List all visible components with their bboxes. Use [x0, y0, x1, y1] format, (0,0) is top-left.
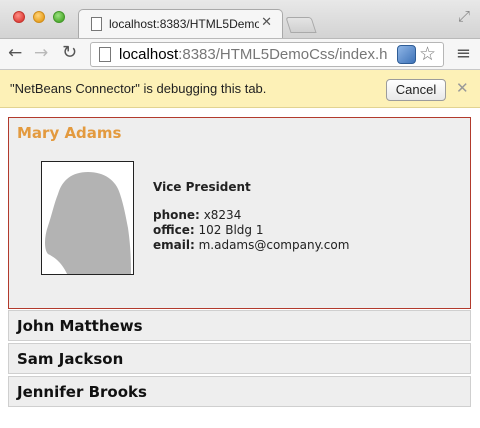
window-minimize-button[interactable] — [33, 11, 45, 23]
address-bar[interactable]: localhost:8383/HTML5DemoCss/index.h... ☆ — [90, 42, 444, 67]
reload-icon[interactable]: ↻ — [62, 43, 77, 63]
page-icon — [99, 47, 111, 62]
url-host: localhost — [119, 46, 179, 63]
email-label: email: — [153, 238, 195, 252]
phone-label: phone: — [153, 208, 200, 222]
browser-toolbar: ← → ↻ localhost:8383/HTML5DemoCss/index.… — [0, 38, 480, 70]
infobar-close-icon[interactable]: ✕ — [456, 79, 469, 97]
silhouette-graphic — [45, 172, 131, 274]
contact-name[interactable]: Mary Adams — [17, 124, 121, 142]
url-path: :8383/HTML5DemoCss/index.h... — [178, 46, 387, 63]
forward-arrow-icon[interactable]: → — [34, 43, 48, 63]
phone-value: x8234 — [203, 208, 242, 222]
bookmark-star-icon[interactable]: ☆ — [419, 43, 436, 65]
phone-line: phone: x8234 — [153, 208, 349, 223]
office-label: office: — [153, 223, 195, 237]
document-icon — [91, 17, 102, 31]
browser-titlebar: localhost:8383/HTML5DemoCss ✕ ⤢ — [0, 0, 480, 38]
contact-card-collapsed[interactable]: Sam Jackson — [8, 343, 471, 374]
contact-name[interactable]: John Matthews — [17, 317, 143, 335]
profile-silhouette-icon — [41, 161, 134, 275]
contact-name[interactable]: Jennifer Brooks — [17, 383, 147, 401]
back-arrow-icon[interactable]: ← — [8, 43, 22, 63]
contact-details: Vice President phone: x8234 office: 102 … — [153, 180, 349, 253]
contact-card-collapsed[interactable]: Jennifer Brooks — [8, 376, 471, 407]
job-title: Vice President — [153, 180, 251, 194]
email-line: email: m.adams@company.com — [153, 238, 349, 253]
office-line: office: 102 Bldg 1 — [153, 223, 349, 238]
menu-hamburger-icon[interactable]: ≡ — [456, 43, 471, 64]
cancel-button[interactable]: Cancel — [386, 79, 446, 101]
tab-close-icon[interactable]: ✕ — [261, 15, 272, 30]
new-tab-button[interactable] — [285, 17, 317, 33]
window-maximize-button[interactable] — [53, 11, 65, 23]
url-text[interactable]: localhost:8383/HTML5DemoCss/index.h... — [119, 46, 387, 63]
office-value: 102 Bldg 1 — [198, 223, 264, 237]
contact-name[interactable]: Sam Jackson — [17, 350, 123, 368]
contact-card-expanded[interactable]: Mary Adams Vice President phone: x8234 o… — [8, 117, 471, 309]
contact-card-collapsed[interactable]: John Matthews — [8, 310, 471, 341]
infobar-message: "NetBeans Connector" is debugging this t… — [10, 81, 267, 96]
tab-title: localhost:8383/HTML5DemoCss — [109, 17, 259, 31]
fullscreen-icon[interactable]: ⤢ — [458, 7, 470, 25]
window-close-button[interactable] — [13, 11, 25, 23]
browser-tab[interactable]: localhost:8383/HTML5DemoCss ✕ — [78, 9, 283, 38]
debug-infobar: "NetBeans Connector" is debugging this t… — [0, 70, 480, 108]
extension-cube-icon[interactable] — [397, 45, 416, 64]
email-value: m.adams@company.com — [198, 238, 350, 252]
page-content: Mary Adams Vice President phone: x8234 o… — [0, 108, 480, 428]
